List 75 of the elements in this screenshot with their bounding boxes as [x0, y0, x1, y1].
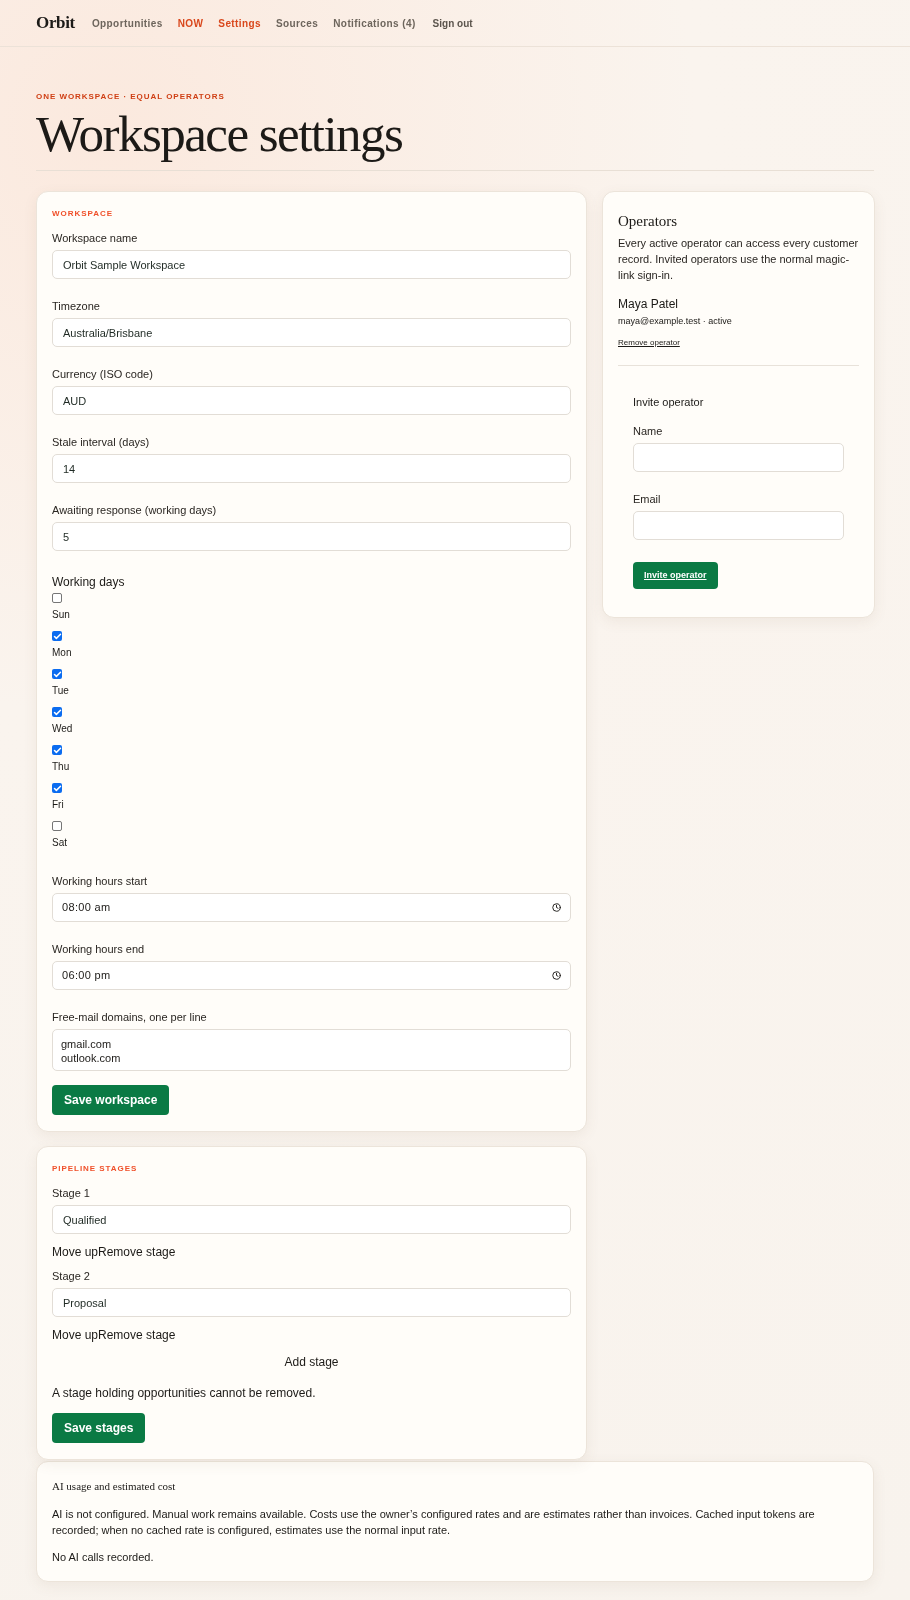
- group-label: Working days: [52, 574, 126, 591]
- check-icon: [52, 707, 62, 717]
- checkbox[interactable]: [52, 631, 62, 641]
- text-field[interactable]: 5: [52, 522, 571, 551]
- checkbox[interactable]: [52, 707, 62, 717]
- time-field[interactable]: 06:00 pm: [52, 961, 571, 990]
- text-field[interactable]: 14: [52, 454, 571, 483]
- text-field[interactable]: [633, 442, 844, 472]
- day-label: Wed: [52, 722, 74, 735]
- day-label: Tue: [52, 684, 70, 697]
- page-title: Workspace settings: [36, 105, 404, 164]
- field-label: Workspace name: [52, 232, 139, 245]
- sign-out-link[interactable]: Sign out: [432, 15, 473, 31]
- check-icon: [52, 631, 62, 641]
- checkbox[interactable]: [52, 745, 62, 755]
- add-stage-button[interactable]: Add stage: [284, 1353, 339, 1371]
- field-label: Working hours start: [52, 875, 149, 888]
- clock-icon: [552, 971, 561, 980]
- card-title: Operators: [618, 212, 679, 231]
- day-label: Sun: [52, 608, 71, 621]
- check-icon: [52, 669, 62, 679]
- stage-action-button[interactable]: Move up: [52, 1327, 99, 1343]
- day-label: Thu: [52, 760, 71, 773]
- nav-link[interactable]: Settings: [218, 15, 261, 31]
- stages-note: A stage holding opportunities cannot be removed.: [52, 1385, 317, 1402]
- stage-action-button[interactable]: Move up: [52, 1244, 99, 1260]
- field-label: Stale interval (days): [52, 436, 151, 449]
- ai-description: AI is not configured. Manual work remains available. Costs use the owner’s configured rates and are estimates rather than invoices. Cached input tokens are recorded; when no cached rate is configured, estimates use the normal input rate.: [52, 1506, 816, 1538]
- section-heading: PIPELINE STAGES: [52, 1163, 139, 1175]
- save-stages-button[interactable]: Save stages: [52, 1413, 146, 1443]
- eyebrow-text: ONE WORKSPACE · EQUAL OPERATORS: [36, 91, 226, 103]
- field-label: Working hours end: [52, 943, 146, 956]
- section-heading: WORKSPACE: [52, 208, 114, 220]
- field-label: Timezone: [52, 300, 101, 313]
- field-label: Stage 2: [52, 1270, 91, 1283]
- check-icon: [52, 745, 62, 755]
- text-field[interactable]: Proposal: [52, 1288, 571, 1317]
- field-label: Currency (ISO code): [52, 368, 154, 381]
- invite-operator-button[interactable]: Invite operator: [633, 561, 718, 589]
- check-icon: [52, 783, 62, 793]
- text-field[interactable]: Orbit Sample Workspace: [52, 250, 571, 279]
- clock-icon: [552, 903, 561, 912]
- text-field[interactable]: [633, 510, 844, 540]
- text-field[interactable]: Qualified: [52, 1205, 571, 1234]
- field-label: Awaiting response (working days): [52, 504, 218, 517]
- text-field[interactable]: Australia/Brisbane: [52, 318, 571, 347]
- field-label: Email: [633, 492, 662, 506]
- day-label: Sat: [52, 836, 68, 849]
- stage-action-button[interactable]: Remove stage: [98, 1244, 176, 1260]
- field-label: Name: [633, 424, 664, 438]
- invite-title: Invite operator: [633, 395, 705, 410]
- nav-link[interactable]: Notifications (4): [333, 15, 416, 31]
- text-field[interactable]: AUD: [52, 386, 571, 415]
- nav-link[interactable]: NOW: [177, 15, 204, 31]
- textarea-field[interactable]: gmail.com outlook.com: [52, 1029, 571, 1071]
- field-label: Free-mail domains, one per line: [52, 1011, 208, 1024]
- operator-name: Maya Patel: [618, 295, 680, 313]
- stage-action-button[interactable]: Remove stage: [98, 1327, 176, 1343]
- operator-detail: maya@example.test · active: [618, 314, 733, 328]
- empty-state-text: No AI calls recorded.: [52, 1549, 155, 1565]
- card-title: AI usage and estimated cost: [52, 1479, 177, 1494]
- checkbox[interactable]: [52, 783, 62, 793]
- time-field[interactable]: 08:00 am: [52, 893, 571, 922]
- checkbox[interactable]: [52, 821, 62, 831]
- remove-operator-link[interactable]: Remove operator: [618, 337, 680, 349]
- day-label: Fri: [52, 798, 65, 811]
- field-label: Stage 1: [52, 1187, 91, 1200]
- logo[interactable]: Orbit: [36, 10, 75, 36]
- checkbox[interactable]: [52, 669, 62, 679]
- operators-description: Every active operator can access every customer record. Invited operators use the normal magic-link sign-in.: [618, 235, 859, 283]
- nav-link[interactable]: Sources: [276, 15, 319, 31]
- day-label: Mon: [52, 646, 73, 659]
- nav-link[interactable]: Opportunities: [91, 15, 163, 31]
- save-workspace-button[interactable]: Save workspace: [52, 1085, 170, 1115]
- checkbox[interactable]: [52, 593, 62, 603]
